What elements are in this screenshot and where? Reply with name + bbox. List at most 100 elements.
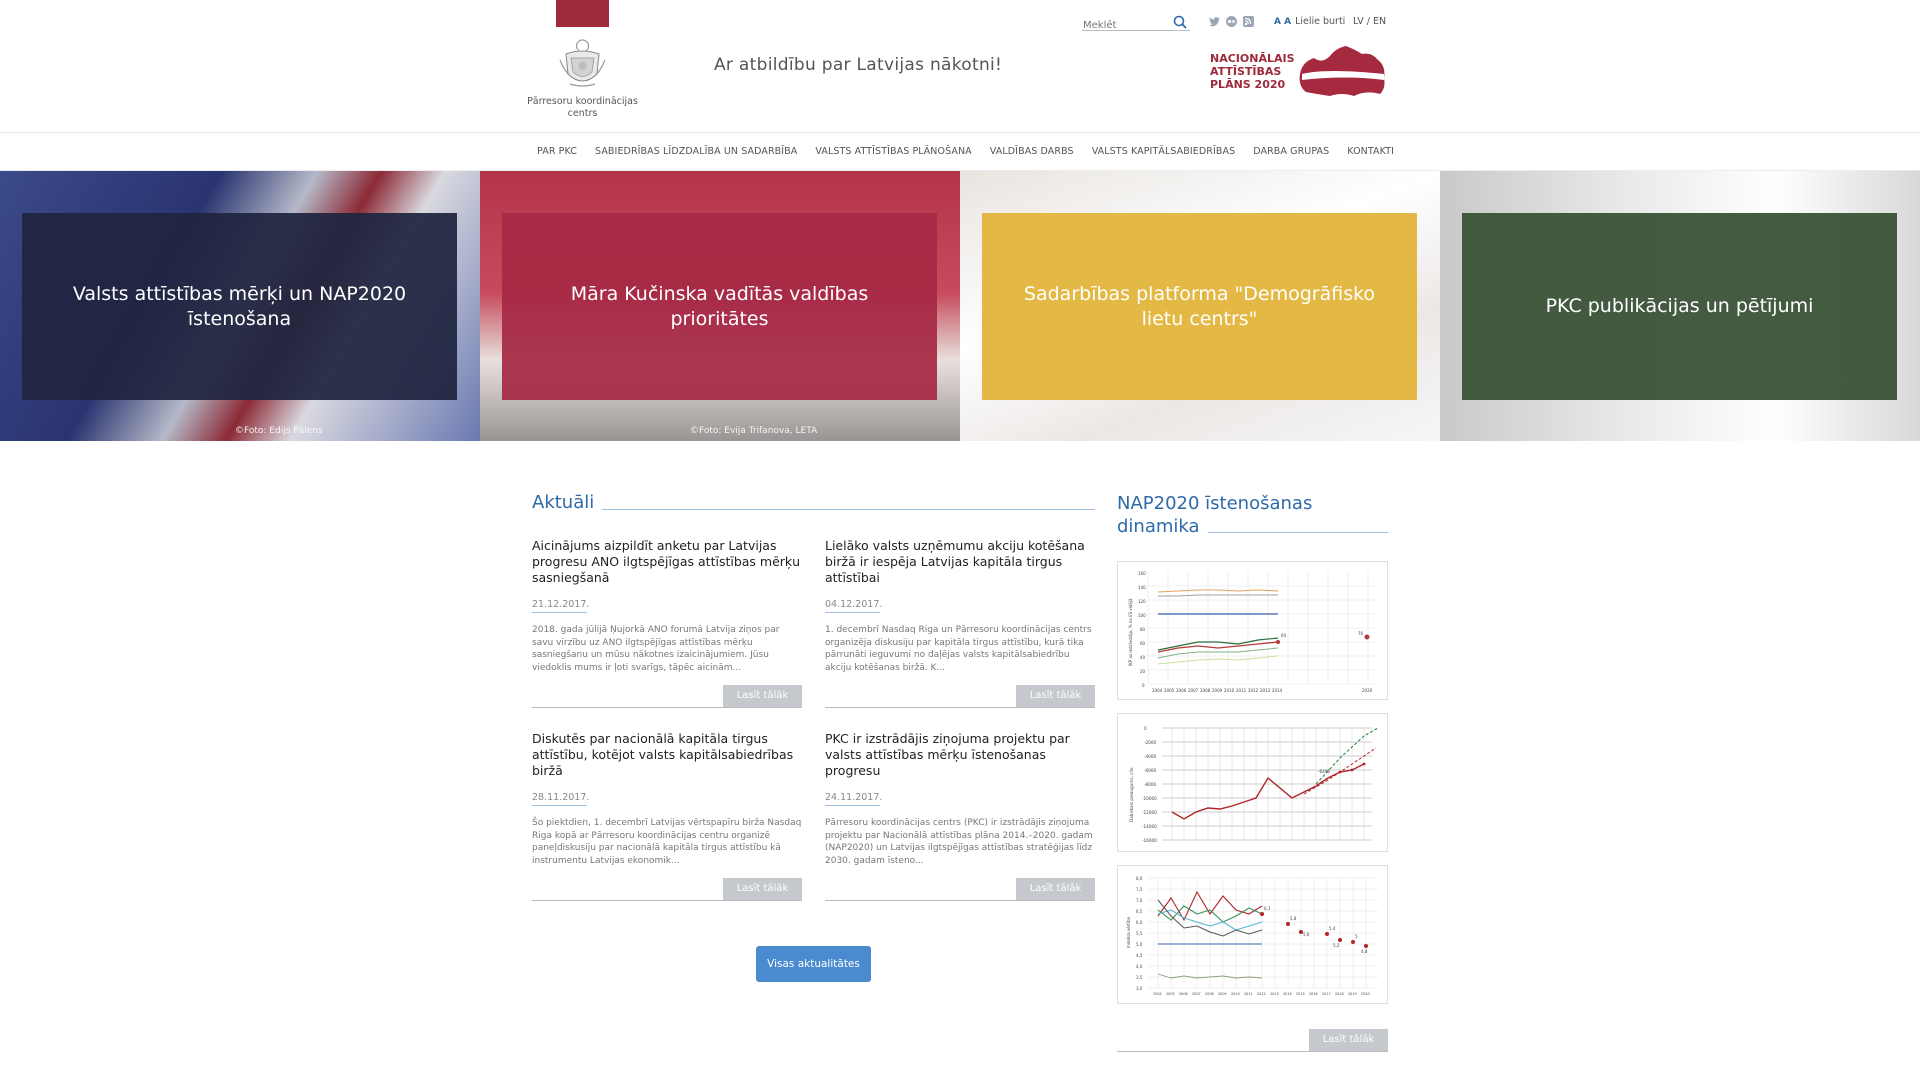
nav-item-valsts-kapitalsabiedribas[interactable]: VALSTS KAPITĀLSABIEDRĪBAS xyxy=(1092,146,1236,157)
chart-tick: 2020 xyxy=(1361,992,1370,996)
twitter-icon[interactable] xyxy=(1208,13,1221,27)
chart-tick: 2014 xyxy=(1283,992,1292,996)
large-font-toggle[interactable]: A A Lielie burti xyxy=(1274,16,1345,27)
chart-thumbnail-natural-increase[interactable]: 0 -2000 -4000 -6000 -8000 -10000 -12000 … xyxy=(1117,713,1388,852)
flickr-icon[interactable] xyxy=(1225,13,1238,27)
read-more-button[interactable]: Lasīt tālāk xyxy=(723,878,802,900)
chart-tick: 120 xyxy=(1138,599,1146,604)
chart-tick: 2005 xyxy=(1164,688,1175,693)
chart-data-label: 4,8 xyxy=(1361,949,1368,954)
news-item-divider xyxy=(532,707,802,708)
news-item-divider xyxy=(825,900,1095,901)
gdp-chart-image: 160 140 120 100 80 60 40 20 0 2004 2005 … xyxy=(1122,566,1385,697)
nav-item-sabiedribas-lidzdaliba[interactable]: SABIEDRĪBAS LĪDZDALĪBA UN SADARBĪBA xyxy=(595,146,797,157)
chart-tick: -16000 xyxy=(1142,838,1157,843)
nap-logo-line: PLĀNS 2020 xyxy=(1210,78,1286,91)
hero-tile-box: Valsts attīstības mērķi un NAP2020 īsten… xyxy=(22,213,457,400)
chart-tick: 8,0 xyxy=(1136,876,1143,881)
news-item-title[interactable]: PKC ir izstrādājis ziņojuma projektu par… xyxy=(825,731,1095,779)
search-input[interactable] xyxy=(1082,17,1168,34)
chart-tick: 5,0 xyxy=(1136,942,1143,947)
hero-tile-title: Māra Kučinska vadītās valdības prioritāt… xyxy=(570,282,869,330)
news-item-title[interactable]: Aicinājums aizpildīt anketu par Latvijas… xyxy=(532,538,802,586)
read-more-button[interactable]: Lasīt tālāk xyxy=(1016,685,1095,707)
latvia-map-logo[interactable] xyxy=(1296,44,1388,99)
large-font-label: Lielie burti xyxy=(1295,16,1346,27)
chart-tick: 2012 xyxy=(1257,992,1266,996)
news-item-excerpt: 2018. gada jūlijā Ņujorkā ANO forumā Lat… xyxy=(532,625,780,673)
news-date-underline xyxy=(825,612,880,613)
chart-tick: 40 xyxy=(1140,655,1146,660)
coat-of-arms-logo[interactable] xyxy=(556,36,609,90)
chart-tick: 4,0 xyxy=(1136,964,1143,969)
nav-item-valsts-attistibas-planosana[interactable]: VALSTS ATTĪSTĪBAS PLĀNOŠANA xyxy=(815,146,971,157)
chart-tick: 2012 xyxy=(1248,688,1259,693)
hero-tile-title: Sadarbības platforma "Demogrāfisko lietu… xyxy=(1023,282,1376,330)
lang-lv-link[interactable]: LV xyxy=(1353,16,1364,27)
chart-tick: 0 xyxy=(1144,726,1147,731)
hero-tiles: Valsts attīstības mērķi un NAP2020 īsten… xyxy=(0,171,1920,441)
chart-tick: 160 xyxy=(1138,571,1146,576)
chart-tick: 60 xyxy=(1140,641,1146,646)
chart-tick: 80 xyxy=(1140,627,1146,632)
chart-tick: 2019 xyxy=(1348,992,1357,996)
chart-tick: -12000 xyxy=(1142,810,1157,815)
nav-item-valdibas-darbs[interactable]: VALDĪBAS DARBS xyxy=(990,146,1074,157)
text-size-icon: A A xyxy=(1274,17,1292,27)
chart-tick: 2013 xyxy=(1260,688,1271,693)
hero-tile-nap2020[interactable]: Valsts attīstības mērķi un NAP2020 īsten… xyxy=(0,171,480,441)
nap-logo-line: NACIONĀLAIS xyxy=(1210,52,1295,65)
chart-tick: 2008 xyxy=(1205,992,1214,996)
all-news-button[interactable]: Visas aktualitātes xyxy=(756,946,871,982)
hero-tile-publications[interactable]: PKC publikācijas un pētījumi xyxy=(1440,171,1920,441)
search-box xyxy=(1082,13,1190,34)
site-header: Pārresoru koordinācijas centrs Ar atbild… xyxy=(0,0,1920,133)
nav-item-darba-grupas[interactable]: DARBA GRUPAS xyxy=(1253,146,1329,157)
news-date-underline xyxy=(532,805,587,806)
hero-tile-box: PKC publikācijas un pētījumi xyxy=(1462,213,1897,400)
search-icon[interactable] xyxy=(1172,14,1188,30)
read-more-button[interactable]: Lasīt tālāk xyxy=(723,685,802,707)
sidebar-read-more-button[interactable]: Lasīt tālāk xyxy=(1309,1029,1388,1051)
chart-tick: 6,0 xyxy=(1136,920,1143,925)
chart-tick: 2010 xyxy=(1231,992,1240,996)
chart-tick: 5,5 xyxy=(1136,931,1143,936)
chart-tick: 2011 xyxy=(1236,688,1247,693)
news-section-title: Aktuāli xyxy=(532,492,595,513)
news-item-title[interactable]: Lielāko valsts uzņēmumu akciju kotēšana … xyxy=(825,538,1095,586)
lang-en-link[interactable]: EN xyxy=(1373,16,1386,27)
rss-icon[interactable] xyxy=(1242,13,1255,27)
nap2020-logo-text[interactable]: NACIONĀLAIS ATTĪSTĪBAS PLĀNS 2020 xyxy=(1210,52,1295,91)
chart-tick: 2004 xyxy=(1152,688,1163,693)
hero-tile-government-priorities[interactable]: Māra Kučinska vadītās valdības prioritāt… xyxy=(480,171,960,441)
read-more-button[interactable]: Lasīt tālāk xyxy=(1016,878,1095,900)
news-item-date: 28.11.2017. xyxy=(532,792,590,803)
lang-separator: / xyxy=(1363,16,1373,27)
chart-data-label: 5,2 xyxy=(1333,943,1340,948)
chart-y-label: Indeksa vērtība xyxy=(1126,916,1131,948)
chart-thumbnail-gdp[interactable]: 160 140 120 100 80 60 40 20 0 2004 2005 … xyxy=(1117,561,1388,700)
chart-tick: 2004 xyxy=(1153,992,1162,996)
news-item-date: 24.11.2017. xyxy=(825,792,883,803)
chart-y-label: IKP uz iedzīvotāju, % no ES vidējā xyxy=(1128,598,1133,666)
hero-tile-demography[interactable]: Sadarbības platforma "Demogrāfisko lietu… xyxy=(960,171,1440,441)
sidebar-divider xyxy=(1117,1051,1388,1052)
chart-data-label: 5,6 xyxy=(1303,932,1310,937)
chart-tick: 2017 xyxy=(1322,992,1331,996)
natural-increase-chart-image: 0 -2000 -4000 -6000 -8000 -10000 -12000 … xyxy=(1122,718,1385,849)
nav-item-par-pkc[interactable]: PAR PKC xyxy=(537,146,577,157)
chart-tick: 2015 xyxy=(1296,992,1305,996)
social-links xyxy=(1208,13,1255,27)
chart-tick: 7,0 xyxy=(1136,898,1143,903)
chart-tick: 2013 xyxy=(1270,992,1279,996)
chart-thumbnail-index[interactable]: 8,0 7,5 7,0 6,5 6,0 5,5 5,0 4,5 4,0 3,5 … xyxy=(1117,865,1388,1004)
hero-tile-box: Māra Kučinska vadītās valdības prioritāt… xyxy=(502,213,937,400)
hero-tile-title: Valsts attīstības mērķi un NAP2020 īsten… xyxy=(72,282,407,330)
nav-item-kontakti[interactable]: KONTAKTI xyxy=(1347,146,1394,157)
chart-y-label: Dabiskais pieaugums, cilv. xyxy=(1129,767,1134,822)
hero-tile-box: Sadarbības platforma "Demogrāfisko lietu… xyxy=(982,213,1417,400)
chart-tick: -14000 xyxy=(1142,824,1157,829)
chart-data-label: 76 xyxy=(1358,631,1364,636)
news-item-title[interactable]: Diskutēs par nacionālā kapitāla tirgus a… xyxy=(532,731,802,779)
photo-credit: ©Foto: Edijs Pālens xyxy=(235,426,323,436)
